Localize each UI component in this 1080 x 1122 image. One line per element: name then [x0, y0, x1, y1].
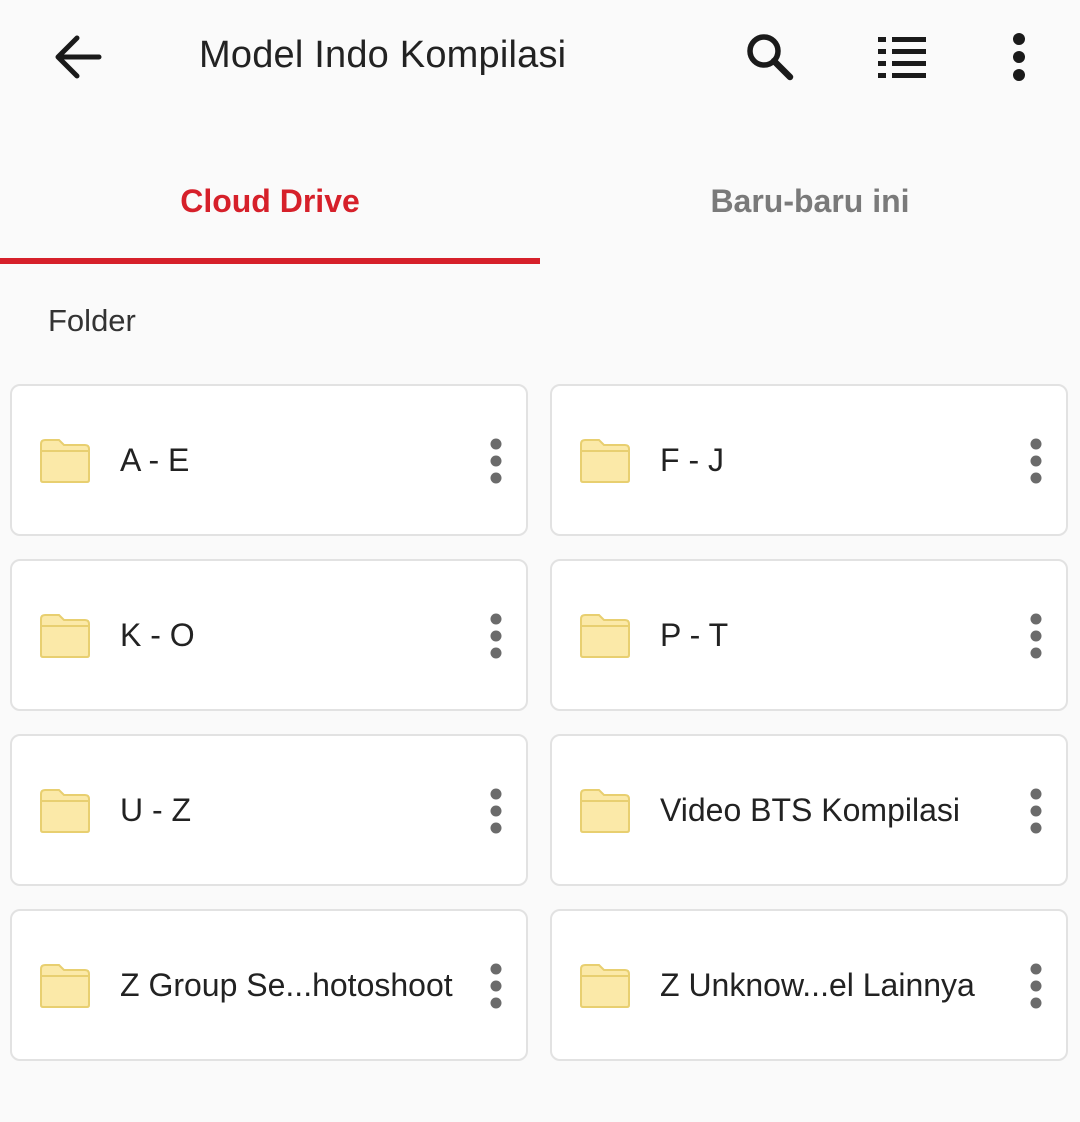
more-options-button[interactable] [983, 22, 1055, 92]
folder-name: Video BTS Kompilasi [660, 792, 960, 828]
active-tab-indicator [0, 258, 540, 264]
folder-icon [40, 439, 90, 483]
folder-card[interactable]: Z Group Se...hotoshoot [10, 909, 528, 1061]
folder-icon [40, 789, 90, 833]
search-button[interactable] [734, 22, 806, 92]
folder-name: K - O [120, 617, 195, 653]
folder-more-button[interactable] [1016, 951, 1056, 1021]
section-label-folder: Folder [48, 303, 136, 338]
page-title: Model Indo Kompilasi [199, 34, 567, 76]
folder-more-button[interactable] [1016, 601, 1056, 671]
tab-recent[interactable]: Baru-baru ini [540, 150, 1080, 262]
more-vertical-icon [490, 613, 502, 659]
folder-icon [580, 614, 630, 658]
folder-card[interactable]: Video BTS Kompilasi [550, 734, 1068, 886]
folder-card[interactable]: P - T [550, 559, 1068, 711]
more-vertical-icon [490, 963, 502, 1009]
more-vertical-icon [490, 438, 502, 484]
folder-card[interactable]: F - J [550, 384, 1068, 536]
folder-name: Z Group Se...hotoshoot [120, 967, 453, 1003]
top-app-bar: Model Indo Kompilasi [0, 0, 1080, 116]
search-icon [747, 34, 794, 81]
folder-more-button[interactable] [1016, 426, 1056, 496]
folder-icon [40, 964, 90, 1008]
arrow-back-icon [55, 35, 102, 79]
folder-more-button[interactable] [476, 776, 516, 846]
tab-cloud-drive[interactable]: Cloud Drive [0, 150, 540, 262]
more-vertical-icon [1030, 788, 1042, 834]
tab-bar: Cloud Drive Baru-baru ini [0, 150, 1080, 266]
folder-icon [580, 789, 630, 833]
folder-card[interactable]: Z Unknow...el Lainnya [550, 909, 1068, 1061]
folder-icon [580, 964, 630, 1008]
folder-more-button[interactable] [476, 951, 516, 1021]
more-vertical-icon [1030, 438, 1042, 484]
folder-more-button[interactable] [476, 601, 516, 671]
folder-card[interactable]: A - E [10, 384, 528, 536]
list-view-icon [878, 37, 926, 78]
more-vertical-icon [1013, 33, 1025, 81]
view-toggle-button[interactable] [866, 22, 938, 92]
folder-card[interactable]: U - Z [10, 734, 528, 886]
folder-more-button[interactable] [476, 426, 516, 496]
folder-card[interactable]: K - O [10, 559, 528, 711]
folder-name: Z Unknow...el Lainnya [660, 967, 975, 1003]
folder-icon [40, 614, 90, 658]
more-vertical-icon [490, 788, 502, 834]
folder-name: F - J [660, 442, 724, 478]
folder-name: U - Z [120, 792, 192, 828]
more-vertical-icon [1030, 613, 1042, 659]
folder-name: A - E [120, 442, 190, 478]
folder-more-button[interactable] [1016, 776, 1056, 846]
more-vertical-icon [1030, 963, 1042, 1009]
back-button[interactable] [40, 22, 116, 92]
folder-icon [580, 439, 630, 483]
folder-name: P - T [660, 617, 729, 653]
